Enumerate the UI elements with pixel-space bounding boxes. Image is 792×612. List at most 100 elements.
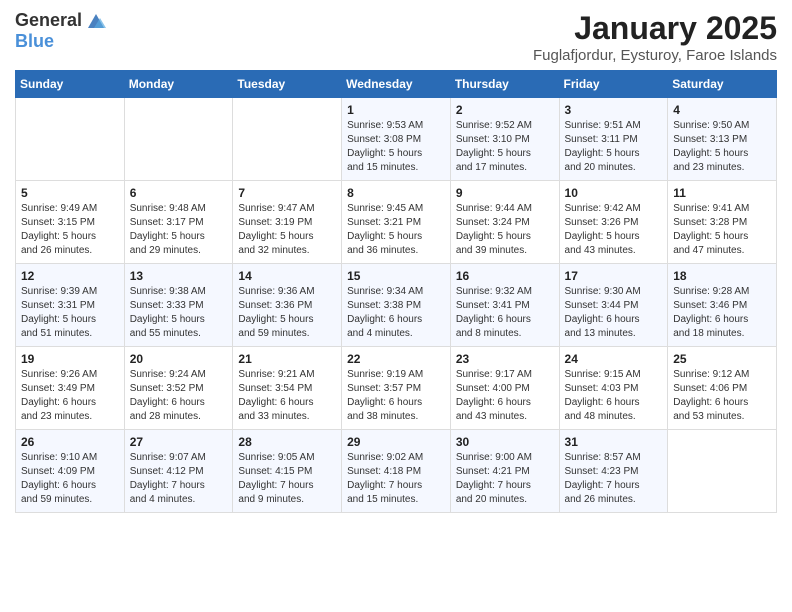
day-info: Sunrise: 9:00 AM Sunset: 4:21 PM Dayligh…: [456, 451, 554, 507]
calendar-cell: 6 Sunrise: 9:48 AM Sunset: 3:17 PM Daylig…: [124, 181, 233, 264]
weekday-header-sunday: Sunday: [16, 71, 125, 98]
day-info: Sunrise: 9:32 AM Sunset: 3:41 PM Dayligh…: [456, 285, 554, 341]
calendar-cell: 3 Sunrise: 9:51 AM Sunset: 3:11 PM Daylig…: [559, 98, 668, 181]
day-number: 30: [456, 435, 554, 449]
day-number: 27: [130, 435, 228, 449]
calendar-table: SundayMondayTuesdayWednesdayThursdayFrid…: [15, 70, 777, 513]
calendar-week-5: 26Sunrise: 9:10 AM Sunset: 4:09 PM Dayli…: [16, 430, 777, 513]
calendar-cell: [668, 430, 777, 513]
day-number: 7: [238, 186, 336, 200]
calendar-cell: 18Sunrise: 9:28 AM Sunset: 3:46 PM Dayli…: [668, 264, 777, 347]
calendar-cell: 20 Sunrise: 9:24 AM Sunset: 3:52 PM Dayli…: [124, 347, 233, 430]
day-number: 11: [673, 186, 771, 200]
calendar-week-1: 1 Sunrise: 9:53 AM Sunset: 3:08 PM Daylig…: [16, 98, 777, 181]
calendar-cell: 11 Sunrise: 9:41 AM Sunset: 3:28 PM Dayli…: [668, 181, 777, 264]
day-info: Sunrise: 9:12 AM Sunset: 4:06 PM Dayligh…: [673, 368, 771, 424]
logo-general: General: [15, 11, 82, 31]
calendar-cell: 24 Sunrise: 9:15 AM Sunset: 4:03 PM Dayli…: [559, 347, 668, 430]
day-number: 3: [565, 103, 663, 117]
weekday-header-monday: Monday: [124, 71, 233, 98]
weekday-header-saturday: Saturday: [668, 71, 777, 98]
day-number: 8: [347, 186, 445, 200]
day-info: Sunrise: 9:17 AM Sunset: 4:00 PM Dayligh…: [456, 368, 554, 424]
calendar-cell: 7Sunrise: 9:47 AM Sunset: 3:19 PM Daylig…: [233, 181, 342, 264]
weekday-header-friday: Friday: [559, 71, 668, 98]
day-info: Sunrise: 9:42 AM Sunset: 3:26 PM Dayligh…: [565, 202, 663, 258]
day-number: 16: [456, 269, 554, 283]
day-number: 2: [456, 103, 554, 117]
calendar-cell: 26Sunrise: 9:10 AM Sunset: 4:09 PM Dayli…: [16, 430, 125, 513]
day-info: Sunrise: 9:05 AM Sunset: 4:15 PM Dayligh…: [238, 451, 336, 507]
day-info: Sunrise: 9:44 AM Sunset: 3:24 PM Dayligh…: [456, 202, 554, 258]
day-number: 21: [238, 352, 336, 366]
calendar-cell: 5 Sunrise: 9:49 AM Sunset: 3:15 PM Daylig…: [16, 181, 125, 264]
day-info: Sunrise: 9:51 AM Sunset: 3:11 PM Dayligh…: [565, 119, 663, 175]
calendar-cell: 30 Sunrise: 9:00 AM Sunset: 4:21 PM Dayli…: [450, 430, 559, 513]
weekday-header-wednesday: Wednesday: [342, 71, 451, 98]
calendar-cell: [16, 98, 125, 181]
day-info: Sunrise: 9:19 AM Sunset: 3:57 PM Dayligh…: [347, 368, 445, 424]
day-number: 23: [456, 352, 554, 366]
day-number: 31: [565, 435, 663, 449]
calendar-cell: 2 Sunrise: 9:52 AM Sunset: 3:10 PM Daylig…: [450, 98, 559, 181]
calendar-cell: 9 Sunrise: 9:44 AM Sunset: 3:24 PM Daylig…: [450, 181, 559, 264]
calendar-cell: 31 Sunrise: 8:57 AM Sunset: 4:23 PM Dayli…: [559, 430, 668, 513]
day-info: Sunrise: 9:38 AM Sunset: 3:33 PM Dayligh…: [130, 285, 228, 341]
day-number: 25: [673, 352, 771, 366]
day-number: 13: [130, 269, 228, 283]
day-info: Sunrise: 9:53 AM Sunset: 3:08 PM Dayligh…: [347, 119, 445, 175]
calendar-cell: 27 Sunrise: 9:07 AM Sunset: 4:12 PM Dayli…: [124, 430, 233, 513]
day-info: Sunrise: 9:50 AM Sunset: 3:13 PM Dayligh…: [673, 119, 771, 175]
calendar-cell: 13 Sunrise: 9:38 AM Sunset: 3:33 PM Dayli…: [124, 264, 233, 347]
calendar-cell: 1 Sunrise: 9:53 AM Sunset: 3:08 PM Daylig…: [342, 98, 451, 181]
day-info: Sunrise: 9:26 AM Sunset: 3:49 PM Dayligh…: [21, 368, 119, 424]
day-number: 18: [673, 269, 771, 283]
day-info: Sunrise: 9:41 AM Sunset: 3:28 PM Dayligh…: [673, 202, 771, 258]
calendar-cell: 15 Sunrise: 9:34 AM Sunset: 3:38 PM Dayli…: [342, 264, 451, 347]
calendar-cell: 23 Sunrise: 9:17 AM Sunset: 4:00 PM Dayli…: [450, 347, 559, 430]
day-info: Sunrise: 8:57 AM Sunset: 4:23 PM Dayligh…: [565, 451, 663, 507]
day-number: 5: [21, 186, 119, 200]
calendar-week-2: 5 Sunrise: 9:49 AM Sunset: 3:15 PM Daylig…: [16, 181, 777, 264]
page-header: General Blue January 2025 Fuglafjordur, …: [15, 10, 777, 64]
day-number: 15: [347, 269, 445, 283]
calendar-cell: 29Sunrise: 9:02 AM Sunset: 4:18 PM Dayli…: [342, 430, 451, 513]
day-number: 20: [130, 352, 228, 366]
calendar-week-4: 19Sunrise: 9:26 AM Sunset: 3:49 PM Dayli…: [16, 347, 777, 430]
day-info: Sunrise: 9:07 AM Sunset: 4:12 PM Dayligh…: [130, 451, 228, 507]
logo-icon: [84, 10, 106, 32]
calendar-cell: 8 Sunrise: 9:45 AM Sunset: 3:21 PM Daylig…: [342, 181, 451, 264]
day-number: 4: [673, 103, 771, 117]
day-info: Sunrise: 9:45 AM Sunset: 3:21 PM Dayligh…: [347, 202, 445, 258]
calendar-cell: 14 Sunrise: 9:36 AM Sunset: 3:36 PM Dayli…: [233, 264, 342, 347]
day-number: 9: [456, 186, 554, 200]
weekday-header-tuesday: Tuesday: [233, 71, 342, 98]
calendar-cell: 25 Sunrise: 9:12 AM Sunset: 4:06 PM Dayli…: [668, 347, 777, 430]
day-info: Sunrise: 9:52 AM Sunset: 3:10 PM Dayligh…: [456, 119, 554, 175]
calendar-cell: 16 Sunrise: 9:32 AM Sunset: 3:41 PM Dayli…: [450, 264, 559, 347]
day-number: 17: [565, 269, 663, 283]
day-info: Sunrise: 9:21 AM Sunset: 3:54 PM Dayligh…: [238, 368, 336, 424]
day-number: 1: [347, 103, 445, 117]
calendar-cell: 17Sunrise: 9:30 AM Sunset: 3:44 PM Dayli…: [559, 264, 668, 347]
day-info: Sunrise: 9:49 AM Sunset: 3:15 PM Dayligh…: [21, 202, 119, 258]
location-subtitle: Fuglafjordur, Eysturoy, Faroe Islands: [533, 47, 777, 64]
day-number: 22: [347, 352, 445, 366]
day-info: Sunrise: 9:48 AM Sunset: 3:17 PM Dayligh…: [130, 202, 228, 258]
day-info: Sunrise: 9:36 AM Sunset: 3:36 PM Dayligh…: [238, 285, 336, 341]
day-number: 24: [565, 352, 663, 366]
calendar-cell: [124, 98, 233, 181]
logo-blue: Blue: [15, 32, 54, 52]
calendar-week-3: 12Sunrise: 9:39 AM Sunset: 3:31 PM Dayli…: [16, 264, 777, 347]
day-info: Sunrise: 9:24 AM Sunset: 3:52 PM Dayligh…: [130, 368, 228, 424]
day-number: 6: [130, 186, 228, 200]
day-info: Sunrise: 9:10 AM Sunset: 4:09 PM Dayligh…: [21, 451, 119, 507]
weekday-header-thursday: Thursday: [450, 71, 559, 98]
day-info: Sunrise: 9:39 AM Sunset: 3:31 PM Dayligh…: [21, 285, 119, 341]
page-title: January 2025: [533, 10, 777, 47]
day-info: Sunrise: 9:34 AM Sunset: 3:38 PM Dayligh…: [347, 285, 445, 341]
calendar-cell: 21 Sunrise: 9:21 AM Sunset: 3:54 PM Dayli…: [233, 347, 342, 430]
logo: General Blue: [15, 10, 106, 52]
day-info: Sunrise: 9:15 AM Sunset: 4:03 PM Dayligh…: [565, 368, 663, 424]
day-number: 14: [238, 269, 336, 283]
